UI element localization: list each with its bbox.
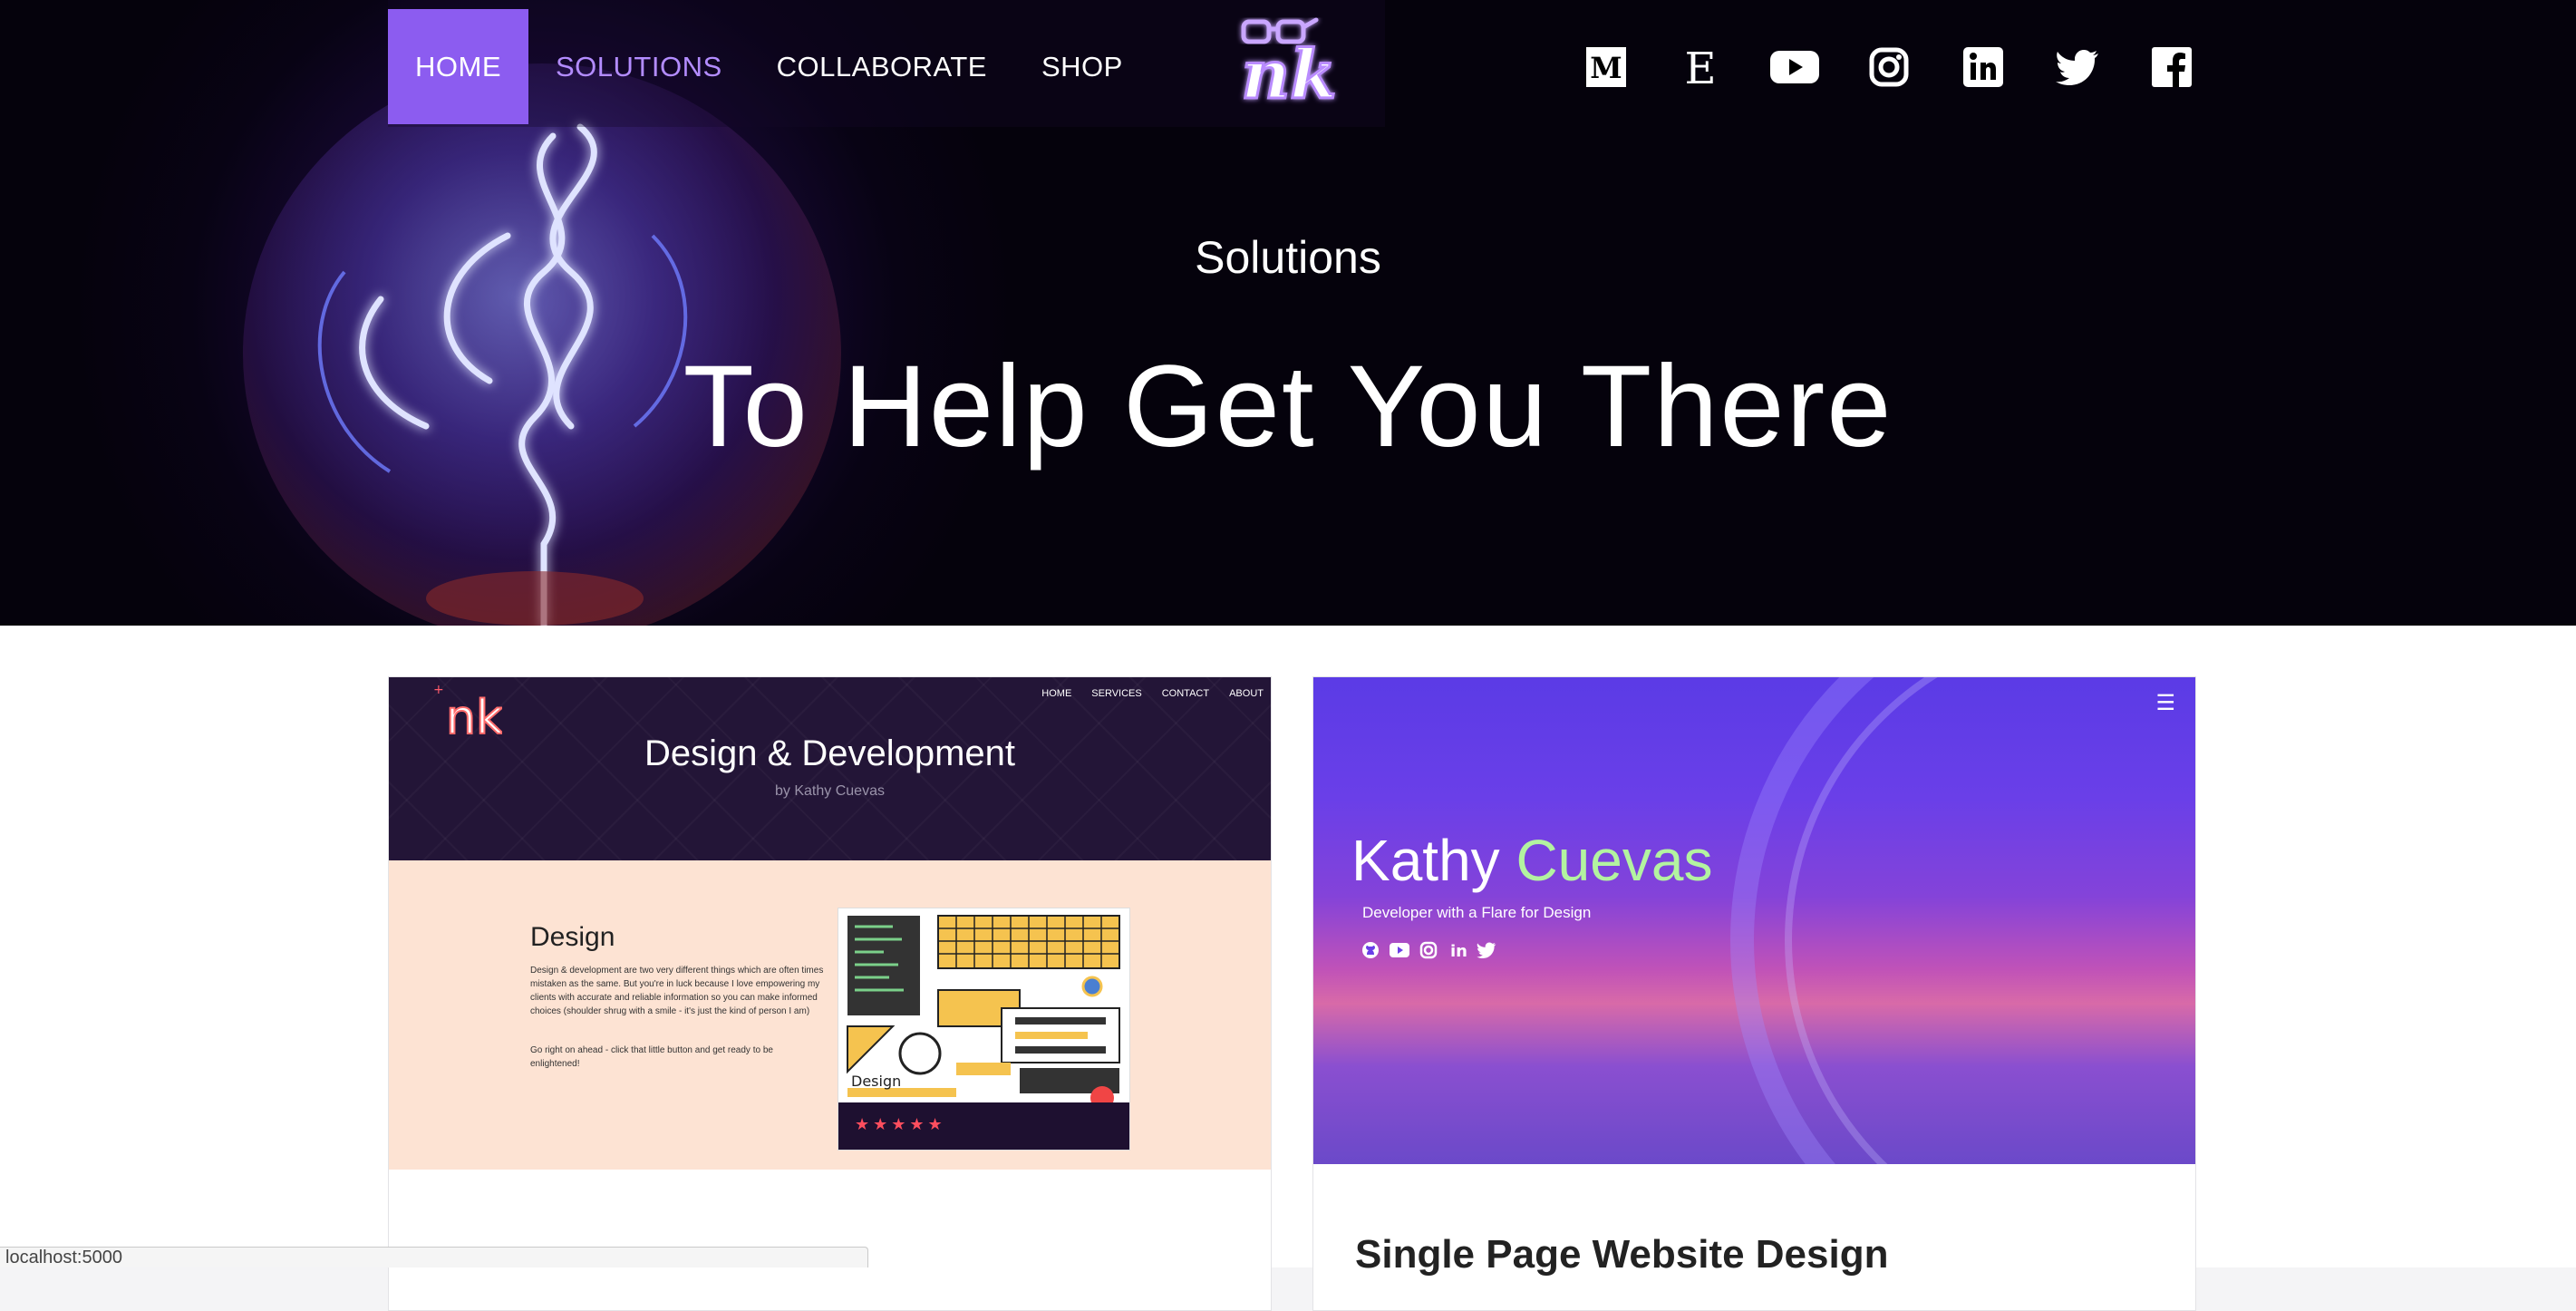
thumbnail-tagline: Developer with a Flare for Design [1362,904,1592,921]
card-title[interactable]: Single Page Website Design [1355,1232,1888,1277]
instagram-icon [1419,940,1438,960]
solution-card-single-page[interactable]: ☰ Kathy Cuevas Developer with a Flare fo… [1312,676,2196,1311]
thumbnail-nav-about: ABOUT [1229,688,1264,699]
thumbnail-nav-contact: CONTACT [1161,688,1210,699]
nav-collaborate[interactable]: COLLABORATE [750,9,1014,124]
youtube-icon [1770,51,1819,83]
social-links: M E [1559,40,2219,94]
main-nav: HOME SOLUTIONS COLLABORATE SHOP [388,9,1150,124]
glass-walkway-arc-inner [1785,677,2195,1164]
nav-shop[interactable]: SHOP [1014,9,1150,124]
svg-text:in: in [1450,942,1467,959]
thumbnail-name-last: Cuevas [1516,828,1713,893]
solution-card-design-development[interactable]: + nk HOME SERVICES CONTACT ABOUT Design … [388,676,1272,1311]
twitter-icon [1477,940,1496,960]
thumbnail-paragraph-2: Go right on ahead - click that little bu… [530,1045,773,1069]
thumbnail-body: Design Design & development are two very… [389,860,1271,1170]
hero-subtitle: Solutions [1195,232,1381,283]
thumbnail-header: + nk HOME SERVICES CONTACT ABOUT Design … [389,677,1271,860]
svg-text:nk: nk [1241,36,1336,114]
linkedin-icon [1963,47,2003,87]
card-thumbnail: + nk HOME SERVICES CONTACT ABOUT Design … [389,677,1271,1170]
thumbnail-social-icons: in [1361,940,1496,960]
rating-stars: ★★★★★ [855,1115,946,1133]
thumbnail-nav-home: HOME [1041,688,1072,699]
youtube-icon [1390,940,1409,960]
facebook-link[interactable] [2125,40,2219,94]
thumbnail-section-heading: Design [530,922,615,952]
svg-text:M: M [1590,51,1622,85]
twitter-icon [2056,50,2098,85]
medium-link[interactable]: M [1559,40,1653,94]
twitter-link[interactable] [2030,40,2125,94]
hamburger-menu-icon: ☰ [2155,691,2175,715]
status-bar-url: localhost:5000 [0,1247,868,1267]
design-illustration: Design ★★★★★ [838,908,1130,1151]
github-icon [1361,940,1380,960]
svg-text:+: + [433,683,444,697]
etsy-icon: E [1684,45,1716,89]
etsy-link[interactable]: E [1653,40,1748,94]
nav-home[interactable]: HOME [388,9,528,124]
hero-title: To Help Get You There [683,342,1893,471]
thumbnail-paragraph: Design & development are two very differ… [530,966,824,1016]
nav-solutions[interactable]: SOLUTIONS [528,9,750,124]
linkedin-link[interactable] [1936,40,2030,94]
illustration-footer: ★★★★★ [838,1102,1129,1150]
design-tools-illustration: Design [847,915,1120,1097]
thumbnail-nav: HOME SERVICES CONTACT ABOUT [1041,688,1264,699]
youtube-link[interactable] [1748,40,1842,94]
instagram-link[interactable] [1842,40,1936,94]
site-logo[interactable]: nk [1233,7,1351,116]
facebook-icon [2152,47,2192,87]
medium-icon: M [1586,47,1626,87]
thumbnail-byline: by Kathy Cuevas [775,783,885,799]
svg-text:E: E [1684,45,1716,89]
glasses-logo-icon: nk [1240,17,1338,116]
thumbnail-nav-services: SERVICES [1091,688,1142,699]
svg-text:Design: Design [851,1073,901,1090]
thumbnail-name-first: Kathy [1351,828,1500,893]
instagram-icon [1869,47,1909,87]
thumbnail-title: Design & Development [644,733,1016,773]
thumbnail-name: Kathy Cuevas [1351,827,1712,894]
linkedin-icon: in [1448,940,1467,960]
card-thumbnail: ☰ Kathy Cuevas Developer with a Flare fo… [1313,677,2195,1164]
